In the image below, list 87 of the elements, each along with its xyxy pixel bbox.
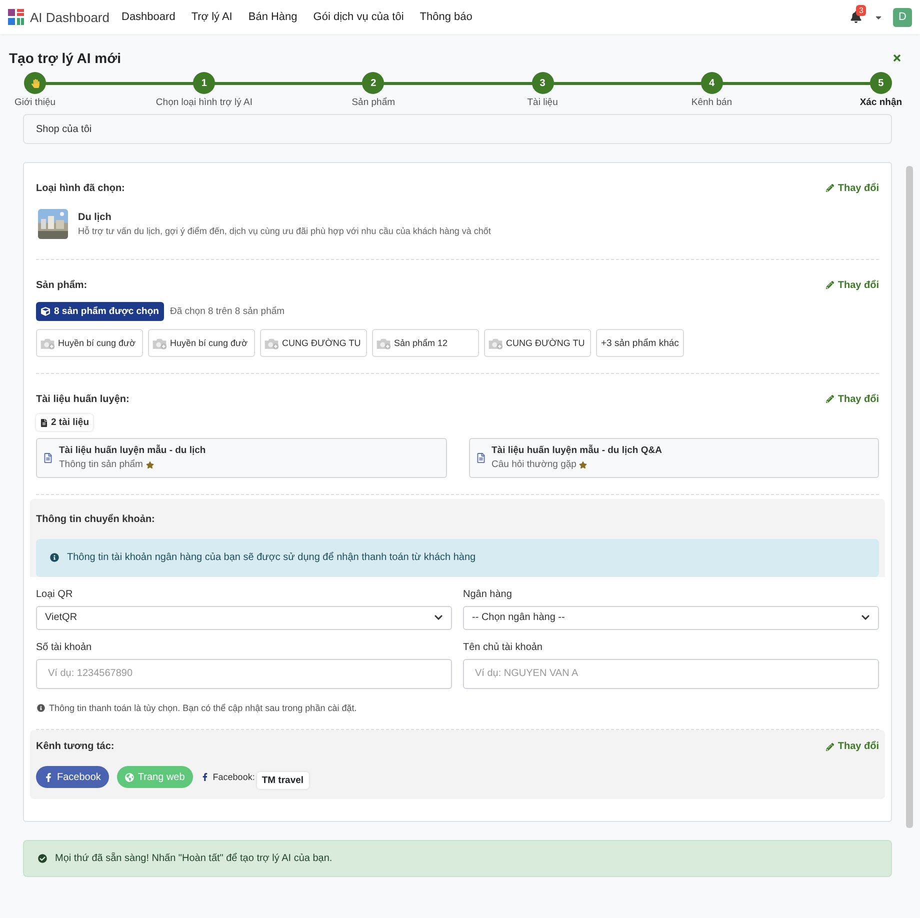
- section-title: Sản phẩm:: [36, 280, 88, 290]
- section-title: Thông tin chuyển khoản:: [36, 514, 155, 524]
- pencil-icon: [826, 395, 834, 403]
- section-title: Loại hình đã chọn:: [36, 182, 125, 194]
- document-icon: [476, 452, 486, 462]
- document-title: Tài liệu huấn luyện mẫu - du lịch: [59, 445, 206, 456]
- star-icon: [579, 460, 588, 468]
- chevron-down-icon: [861, 613, 870, 622]
- page-label: Facebook:: [212, 772, 255, 782]
- hand-icon: [30, 78, 40, 88]
- pencil-icon: [826, 742, 834, 750]
- product-name: CUNG ĐƯỜNG TU: [282, 338, 361, 348]
- more-products: +3 sản phẩm khác: [596, 329, 684, 357]
- field-label: Tên chủ tài khoản: [463, 642, 544, 652]
- info-icon: [50, 553, 59, 562]
- success-text: Mọi thứ đã sẵn sàng! Nhấn "Hoàn tất" để tạo trợ lý AI của bạn.: [55, 852, 332, 864]
- edit-link[interactable]: Thay đổi: [826, 741, 879, 752]
- nav-link[interactable]: Thông báo: [420, 11, 472, 23]
- star-icon: [146, 460, 154, 468]
- products-note: Đã chọn 8 trên 8 sản phẩm: [170, 306, 285, 317]
- document-icon: [43, 452, 53, 462]
- nav-link[interactable]: Dashboard: [122, 11, 176, 23]
- product-name: Huyền bí cung đườ: [170, 338, 248, 348]
- payment-note: Thông tin thanh toán là tùy chọn. Bạn có thể cập nhật sau trong phần cài đặt.: [49, 702, 357, 712]
- document-subtitle: Câu hỏi thường gặp: [492, 459, 576, 470]
- select-field[interactable]: -- Chọn ngân hàng --: [463, 606, 879, 630]
- product-name: CUNG ĐƯỜNG TU: [506, 338, 585, 348]
- document-title: Tài liệu huấn luyện mẫu - du lịch Q&A: [492, 445, 662, 456]
- notification-count: 3: [856, 5, 866, 16]
- brand-name[interactable]: AI Dashboard: [30, 10, 110, 24]
- section-title: Kênh tương tác:: [36, 741, 114, 752]
- cube-icon: [41, 307, 50, 316]
- edit-link[interactable]: Thay đổi: [826, 394, 879, 404]
- edit-link[interactable]: Thay đổi: [826, 182, 879, 194]
- section-title: Tài liệu huấn luyện:: [36, 394, 130, 404]
- camera-icon: [488, 336, 503, 350]
- scrollbar[interactable]: [906, 166, 913, 828]
- type-description: Hỗ trợ tư vấn du lịch, gợi ý điểm đến, dịch vụ cùng ưu đãi phù hợp với nhu cầu của khách hàng và chốt: [78, 226, 491, 236]
- nav-link[interactable]: Gói dịch vụ của tôi: [313, 11, 404, 23]
- product-name: Sản phẩm 12: [394, 338, 448, 348]
- step-circle[interactable]: 1: [193, 72, 216, 94]
- step-label: Tài liệu: [527, 97, 558, 108]
- info-text: Thông tin tài khoản ngân hàng của bạn sẽ được sử dụng để nhận thanh toán từ khách hàng: [67, 552, 476, 563]
- input-field[interactable]: Ví dụ: NGUYEN VAN A: [463, 658, 879, 688]
- globe-icon: [124, 772, 134, 782]
- pencil-icon: [826, 184, 834, 192]
- user-avatar[interactable]: D: [893, 8, 912, 26]
- facebook-icon: [44, 772, 53, 782]
- type-name: Du lịch: [78, 212, 112, 223]
- documents-badge: 2 tài liệu: [36, 414, 94, 431]
- field-label: Số tài khoản: [36, 642, 93, 652]
- step-circle[interactable]: [24, 72, 46, 94]
- page-title: Tạo trợ lý AI mới: [9, 50, 121, 66]
- info-icon: [37, 704, 45, 712]
- channel-pill[interactable]: Facebook: [36, 766, 109, 788]
- chevron-down-icon: [434, 613, 443, 622]
- edit-link[interactable]: Thay đổi: [826, 280, 879, 290]
- input-field[interactable]: Ví dụ: 1234567890: [36, 658, 452, 688]
- step-circle[interactable]: 3: [532, 72, 554, 94]
- check-icon: [38, 854, 47, 862]
- product-name: Huyền bí cung đườ: [58, 338, 136, 348]
- logo-icon: [8, 9, 24, 25]
- step-circle[interactable]: 5: [870, 72, 892, 94]
- step-label: Kênh bán: [691, 97, 732, 108]
- nav-link[interactable]: Trợ lý AI: [191, 11, 232, 23]
- field-label: Loại QR: [36, 588, 74, 600]
- step-label: Giới thiệu: [14, 97, 56, 108]
- camera-icon: [152, 336, 167, 350]
- close-button[interactable]: [892, 53, 902, 63]
- pencil-icon: [826, 281, 834, 289]
- nav-link[interactable]: Bán Hàng: [248, 11, 298, 23]
- camera-icon: [40, 336, 55, 350]
- step-label: Chọn loại hình trợ lý AI: [156, 97, 252, 108]
- camera-icon: [376, 336, 391, 350]
- step-label: Sản phẩm: [352, 97, 396, 108]
- select-field[interactable]: VietQR: [36, 606, 452, 630]
- store-name-field[interactable]: Shop của tôi: [23, 114, 892, 144]
- file-icon: [40, 418, 48, 426]
- page-name: TM travel: [256, 772, 309, 788]
- camera-icon: [264, 336, 279, 350]
- facebook-icon: [200, 773, 209, 781]
- document-subtitle: Thông tin sản phẩm: [59, 459, 143, 470]
- step-label: Xác nhận: [860, 97, 902, 108]
- products-badge: 8 sản phẩm được chọn: [36, 302, 164, 321]
- step-circle[interactable]: 2: [362, 72, 384, 94]
- field-label: Ngân hàng: [463, 588, 513, 600]
- step-circle[interactable]: 4: [700, 72, 723, 94]
